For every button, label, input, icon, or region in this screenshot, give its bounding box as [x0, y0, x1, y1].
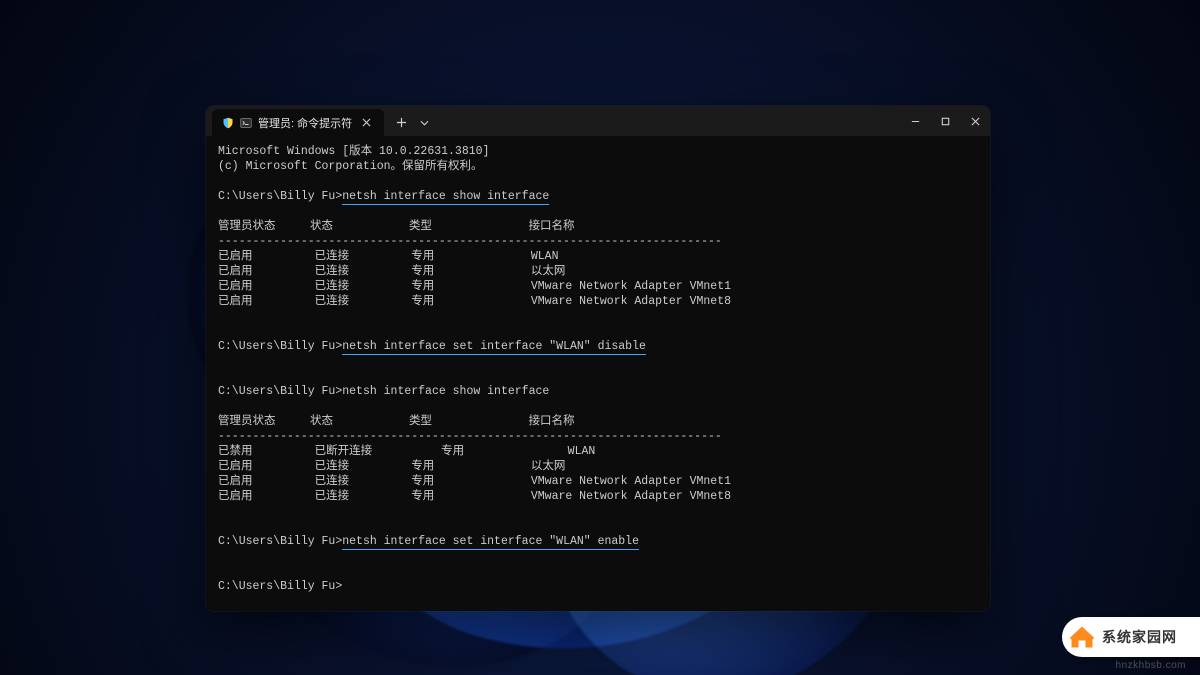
- table-header: 管理员状态 状态 类型 接口名称: [218, 414, 978, 429]
- shield-icon: [222, 117, 234, 129]
- terminal-icon: [240, 117, 252, 129]
- table-header: 管理员状态 状态 类型 接口名称: [218, 219, 978, 234]
- tab-title: 管理员: 命令提示符: [258, 115, 352, 131]
- banner-line: Microsoft Windows [版本 10.0.22631.3810]: [218, 144, 978, 159]
- table-row: 已启用 已连接 专用 WLAN: [218, 249, 978, 264]
- command-text: netsh interface set interface "WLAN" dis…: [342, 340, 646, 355]
- titlebar-drag-region[interactable]: [434, 106, 900, 136]
- tab-cmd-admin[interactable]: 管理员: 命令提示符: [212, 109, 384, 136]
- table-row: 已启用 已连接 专用 VMware Network Adapter VMnet8: [218, 489, 978, 504]
- divider: ----------------------------------------…: [218, 429, 978, 444]
- minimize-button[interactable]: [900, 106, 930, 136]
- command-text: netsh interface show interface: [342, 385, 549, 398]
- prompt: C:\Users\Billy Fu>: [218, 535, 342, 548]
- command-text: netsh interface set interface "WLAN" ena…: [342, 535, 639, 550]
- watermark-badge: 系统家园网: [1062, 617, 1200, 657]
- prompt: C:\Users\Billy Fu>: [218, 385, 342, 398]
- terminal-output[interactable]: Microsoft Windows [版本 10.0.22631.3810](c…: [206, 136, 990, 611]
- table-row: 已启用 已连接 专用 VMware Network Adapter VMnet8: [218, 294, 978, 309]
- desktop: 管理员: 命令提示符 Microsoft Windows [版本: [0, 0, 1200, 675]
- table-row: 已启用 已连接 专用 以太网: [218, 459, 978, 474]
- tab-close-button[interactable]: [358, 115, 374, 131]
- prompt: C:\Users\Billy Fu>: [218, 190, 342, 203]
- maximize-button[interactable]: [930, 106, 960, 136]
- command-text: netsh interface show interface: [342, 190, 549, 205]
- new-tab-button[interactable]: [388, 109, 414, 136]
- banner-line: (c) Microsoft Corporation。保留所有权利。: [218, 159, 978, 174]
- prompt: C:\Users\Billy Fu>: [218, 340, 342, 353]
- watermark-badge-text: 系统家园网: [1102, 627, 1177, 647]
- watermark-url: hnzkhbsb.com: [1116, 660, 1186, 671]
- table-row: 已启用 已连接 专用 VMware Network Adapter VMnet1: [218, 279, 978, 294]
- table-row: 已启用 已连接 专用 VMware Network Adapter VMnet1: [218, 474, 978, 489]
- window-close-button[interactable]: [960, 106, 990, 136]
- table-row: 已启用 已连接 专用 以太网: [218, 264, 978, 279]
- table-row: 已禁用 已断开连接 专用 WLAN: [218, 444, 978, 459]
- tab-dropdown-button[interactable]: [414, 109, 434, 136]
- titlebar[interactable]: 管理员: 命令提示符: [206, 106, 990, 136]
- prompt: C:\Users\Billy Fu>: [218, 580, 342, 593]
- terminal-window: 管理员: 命令提示符 Microsoft Windows [版本: [206, 106, 990, 611]
- house-icon: [1068, 623, 1096, 651]
- divider: ----------------------------------------…: [218, 234, 978, 249]
